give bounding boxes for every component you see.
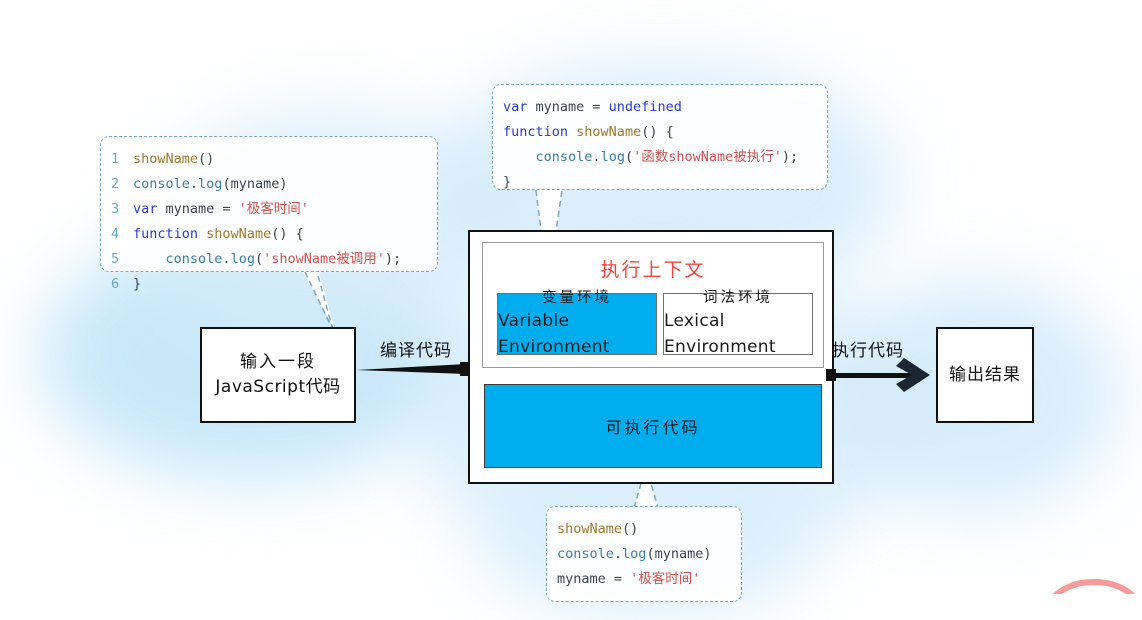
code-line-number: 5	[111, 251, 120, 267]
code-token: log	[622, 546, 647, 562]
code-line: myname = '极客时间'	[557, 567, 727, 592]
code-line-number: 6	[111, 276, 120, 292]
code-token: var	[503, 99, 528, 115]
code-token: (myname)	[222, 176, 288, 192]
code-token: );	[384, 251, 402, 267]
code-token: () {	[641, 124, 674, 140]
lexical-environment-box[interactable]: 词法环境 Lexical Environment	[663, 290, 813, 357]
output-box-line1: 输出结果	[949, 364, 1021, 385]
variable-environment-cn: 变量环境	[542, 289, 612, 306]
code-token: }	[503, 174, 512, 190]
code-token: (	[624, 149, 634, 165]
input-box-line2: JavaScript代码	[215, 377, 341, 397]
code-token: showName	[576, 124, 642, 140]
code-token: console	[535, 149, 593, 165]
code-line: 5 console.log('showName被调用');	[111, 247, 423, 272]
variable-environment-en: Variable Environment	[498, 311, 610, 357]
input-box[interactable]: 输入一段 JavaScript代码	[200, 327, 356, 423]
code-line: 6}	[111, 272, 423, 297]
code-token: log	[600, 149, 625, 165]
corner-arc-decoration	[1052, 579, 1136, 594]
code-token: ()	[198, 151, 215, 167]
code-token: .	[592, 149, 601, 165]
code-token: showName	[133, 151, 199, 167]
code-line-number: 4	[111, 226, 120, 242]
code-token: log	[230, 251, 255, 267]
code-token: '极客时间'	[238, 201, 309, 217]
code-token: (myname)	[646, 546, 712, 562]
code-token: showName	[557, 521, 623, 537]
code-token: myname =	[557, 571, 631, 587]
code-token: (	[254, 251, 264, 267]
execution-pipeline-box: 执行上下文 变量环境 Variable Environment 词法环境 Lex…	[468, 230, 834, 484]
code-token: .	[189, 176, 199, 192]
code-token: showName	[206, 226, 272, 242]
output-box[interactable]: 输出结果	[936, 327, 1034, 423]
compile-arrow	[356, 362, 470, 376]
lexical-environment-en: Lexical Environment	[664, 311, 776, 357]
source-code-callout: 1 showName() 2 console.log(myname) 3 var myna…	[100, 136, 438, 292]
code-token: myname =	[527, 99, 609, 115]
code-token: console	[557, 546, 614, 562]
code-token: console	[133, 176, 190, 192]
code-token: undefined	[608, 99, 682, 115]
code-line: 1 showName()	[111, 147, 423, 172]
code-token: function	[133, 226, 199, 242]
executable-code-callout: showName() console.log(myname) myname = '极…	[546, 506, 742, 602]
code-line: showName()	[557, 517, 727, 542]
code-line: console.log(myname)	[557, 542, 727, 567]
variable-environment-callout: var myname = undefined function showName(…	[492, 84, 828, 190]
code-line: }	[503, 170, 813, 195]
execute-arrow	[826, 358, 930, 392]
code-token: '函数showName被执行'	[633, 149, 782, 165]
code-token: ()	[622, 521, 639, 537]
code-token: .	[222, 251, 231, 267]
code-token: var	[133, 201, 158, 217]
code-line-number: 2	[111, 176, 120, 192]
code-token: '极客时间'	[630, 571, 701, 587]
code-line: 4 function showName() {	[111, 222, 423, 247]
code-line: var myname = undefined	[503, 95, 813, 120]
executable-code-box[interactable]: 可执行代码	[484, 384, 822, 468]
code-token: log	[198, 176, 223, 192]
code-line: 3 var myname = '极客时间'	[111, 197, 423, 222]
code-line: 2 console.log(myname)	[111, 172, 423, 197]
code-line-number: 1	[111, 151, 120, 167]
execution-context-title: 执行上下文	[600, 259, 706, 281]
code-token: myname =	[157, 201, 239, 217]
execution-context-frame: 执行上下文 变量环境 Variable Environment 词法环境 Lex…	[482, 242, 824, 368]
code-line: function showName() {	[503, 120, 813, 145]
variable-environment-box[interactable]: 变量环境 Variable Environment	[497, 290, 657, 357]
input-box-line1: 输入一段	[240, 352, 316, 373]
code-token: console	[165, 251, 223, 267]
code-line: console.log('函数showName被执行');	[503, 145, 813, 170]
code-token: 'showName被调用'	[263, 251, 385, 267]
code-token: () {	[271, 226, 304, 242]
code-token: function	[503, 124, 569, 140]
code-token: );	[781, 149, 799, 165]
lexical-environment-cn: 词法环境	[703, 289, 773, 306]
code-line-number: 3	[111, 201, 120, 217]
code-token: }	[133, 276, 142, 292]
code-token: .	[613, 546, 623, 562]
